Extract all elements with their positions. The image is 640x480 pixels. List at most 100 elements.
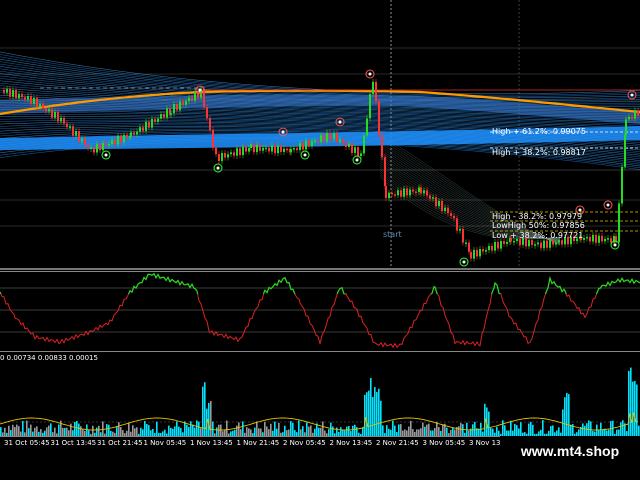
candle-body (170, 113, 172, 115)
candle-body (330, 138, 332, 140)
candle-body (388, 192, 390, 199)
histogram-panel[interactable]: 0 0.00734 0.00833 0.00015 (0, 351, 640, 437)
fib-label-high-minus-38: High - 38.2%: 0.97979 (492, 212, 583, 221)
histogram-bar (290, 421, 292, 437)
candle-body (139, 127, 141, 132)
candle-body (99, 143, 101, 151)
candle-body (265, 147, 267, 150)
histogram-bar (118, 422, 120, 437)
histogram-bar (22, 420, 24, 437)
candle-body (45, 108, 47, 112)
histogram-bar (274, 421, 276, 437)
candle-body (336, 133, 338, 142)
candle-body (357, 147, 359, 157)
candle-body (317, 140, 319, 143)
candle-body (497, 242, 499, 249)
histogram-bar (322, 421, 324, 437)
candle-body (90, 147, 92, 149)
candle-body (72, 126, 74, 136)
histogram-bar (70, 423, 72, 437)
candle-body (610, 238, 612, 243)
candle-body (302, 143, 304, 150)
fib-label-high-38: High + 38.2%: 0.98817 (492, 148, 586, 157)
histogram-bar (528, 423, 530, 437)
histogram-bar (316, 423, 318, 437)
candle-body (51, 109, 53, 118)
candle-body (637, 110, 639, 116)
histogram-bar (78, 423, 80, 437)
histogram-bar (202, 386, 204, 437)
candle-body (447, 207, 449, 214)
histogram-bar (634, 380, 636, 437)
candle-body (93, 147, 95, 153)
oscillator-chart (0, 272, 640, 349)
candle-body (221, 152, 223, 162)
candle-body (604, 238, 606, 242)
candle-body (589, 236, 591, 242)
time-tick: 2 Nov 21:45 (376, 439, 419, 447)
candle-body (218, 154, 220, 162)
candle-body (378, 101, 380, 136)
histogram-bar (270, 423, 272, 437)
panel-separator[interactable] (0, 268, 640, 270)
histogram-bar (74, 421, 76, 437)
candle-body (345, 142, 347, 147)
candle-body (69, 126, 71, 128)
histogram-bar (292, 422, 294, 437)
oscillator-panel[interactable] (0, 271, 640, 350)
candle-body (75, 131, 77, 136)
candle-body (36, 98, 38, 108)
candle-body (531, 240, 533, 245)
candle-body (142, 127, 144, 131)
candle-body (488, 245, 490, 251)
histogram-bar (392, 420, 394, 437)
candle-body (166, 108, 168, 118)
candle-body (528, 240, 530, 247)
candle-body (30, 96, 32, 104)
histogram-bar (410, 420, 412, 437)
candle-body (412, 189, 414, 192)
candle-body (595, 234, 597, 243)
histogram-bar (374, 387, 376, 437)
candle-body (123, 134, 125, 143)
histogram-bar (628, 370, 630, 437)
histogram-bar (210, 400, 212, 437)
candle-body (311, 140, 313, 146)
histogram-bar (242, 421, 244, 437)
swing-low-dot (355, 158, 359, 162)
candle-body (384, 157, 386, 187)
candle-body (212, 130, 214, 148)
histogram-bar (76, 421, 78, 437)
candle-body (453, 216, 455, 219)
histogram-bar (436, 421, 438, 437)
candle-body (12, 90, 14, 97)
candle-body (561, 240, 563, 245)
candle-body (348, 143, 350, 147)
candle-body (438, 201, 440, 207)
candle-body (400, 190, 402, 197)
candle-body (465, 242, 467, 245)
price-chart-panel[interactable]: High + 61.2%: 0.99075 High + 38.2%: 0.98… (0, 0, 640, 268)
histogram-bar (582, 423, 584, 437)
histogram-bar (190, 421, 192, 437)
candle-body (631, 116, 633, 119)
candle-body (111, 139, 113, 145)
candle-body (618, 203, 620, 243)
histogram-bar (428, 423, 430, 437)
candle-body (462, 229, 464, 243)
candle-body (470, 251, 472, 259)
candle-body (48, 109, 50, 112)
candle-body (418, 187, 420, 193)
candle-body (326, 132, 328, 142)
candle-body (6, 88, 8, 93)
histogram-bar (196, 420, 198, 437)
candle-body (293, 148, 295, 150)
candle-body (102, 142, 104, 151)
candle-body (339, 139, 341, 142)
swing-high-dot (198, 88, 202, 92)
histogram-bar (144, 420, 146, 437)
band-line (0, 54, 640, 96)
candle-body (39, 103, 41, 108)
histogram-bar (256, 421, 258, 437)
candle-body (363, 135, 365, 154)
